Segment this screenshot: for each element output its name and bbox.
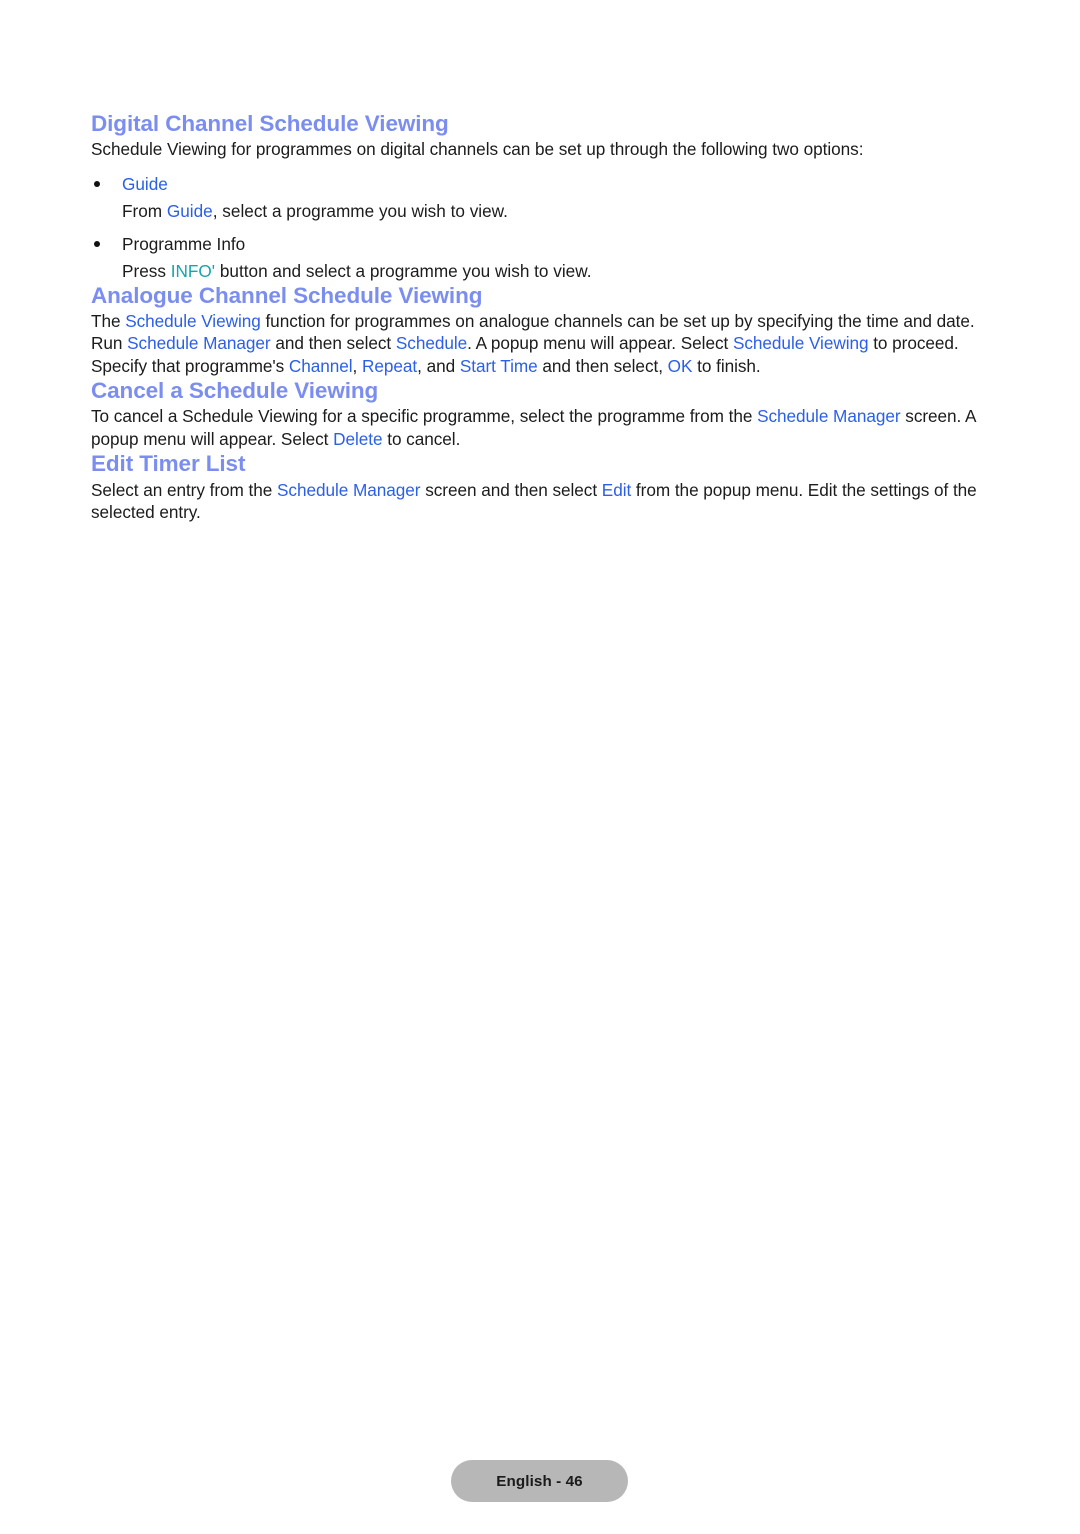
inline-link-schedule-manager-cancel[interactable]: Schedule Manager (757, 406, 901, 426)
paragraph-cancel-body: To cancel a Schedule Viewing for a speci… (91, 405, 996, 450)
text-fragment: to cancel. (382, 428, 461, 449)
paragraph-analogue-body: The Schedule Viewing function for progra… (91, 310, 996, 378)
paragraph-edit-timer-body: Select an entry from the Schedule Manage… (91, 479, 996, 524)
bullet-title-guide: Guide (122, 173, 168, 194)
list-item: Guide From Guide, select a programme you… (91, 173, 996, 222)
heading-digital-channel-schedule-viewing: Digital Channel Schedule Viewing (91, 111, 449, 136)
text-fragment: , select a programme you wish to view. (212, 200, 508, 221)
heading-edit-timer-list: Edit Timer List (91, 451, 246, 477)
digital-options-list: Guide From Guide, select a programme you… (91, 173, 996, 282)
text-fragment: to finish. (692, 355, 761, 376)
text-fragment: Press (122, 260, 171, 281)
inline-link-delete[interactable]: Delete (333, 429, 382, 449)
text-fragment: . A popup menu will appear. Select (467, 333, 733, 354)
heading-analogue-channel-schedule-viewing: Analogue Channel Schedule Viewing (91, 282, 483, 308)
inline-key-info[interactable]: INFO' (171, 261, 215, 281)
paragraph-digital-intro: Schedule Viewing for programmes on digit… (91, 139, 864, 160)
inline-link-schedule[interactable]: Schedule (396, 333, 467, 353)
page-content: Digital Channel Schedule Viewing Schedul… (91, 110, 996, 524)
inline-link-schedule-viewing-2[interactable]: Schedule Viewing (733, 333, 869, 353)
inline-link-channel[interactable]: Channel (289, 356, 353, 376)
inline-link-schedule-manager[interactable]: Schedule Manager (127, 333, 271, 353)
text-fragment: to proceed. (868, 333, 959, 354)
bullet-dot-icon (94, 180, 100, 187)
text-fragment: and then select (270, 333, 396, 354)
text-fragment: Run (91, 333, 128, 354)
footer-page-label: English - 46 (496, 1472, 583, 1490)
text-fragment: To cancel a Schedule Viewing for a speci… (91, 406, 758, 427)
list-item: Programme Info Press INFO' button and se… (91, 233, 996, 282)
text-fragment: screen and then select (420, 479, 602, 500)
inline-link-start-time[interactable]: Start Time (460, 356, 538, 376)
document-page: Digital Channel Schedule Viewing Schedul… (0, 0, 1080, 1534)
bullet-desc-guide: From Guide, select a programme you wish … (122, 200, 996, 222)
text-fragment: , and (417, 355, 460, 376)
text-fragment: Specify that programme's (91, 355, 289, 376)
text-fragment: and then select, (537, 355, 668, 376)
inline-link-schedule-viewing[interactable]: Schedule Viewing (125, 311, 261, 331)
text-fragment: From (122, 200, 167, 221)
inline-link-edit[interactable]: Edit (602, 480, 631, 500)
text-fragment: , (352, 355, 362, 376)
text-fragment: The (91, 310, 126, 331)
inline-link-repeat[interactable]: Repeat (362, 356, 417, 376)
inline-link-ok[interactable]: OK (668, 356, 693, 376)
bullet-dot-icon (94, 240, 100, 247)
bullet-title-programme-info: Programme Info (122, 233, 246, 254)
text-fragment: function for programmes on analogue chan… (260, 310, 975, 331)
inline-link-guide[interactable]: Guide (167, 201, 213, 221)
bullet-desc-programme-info: Press INFO' button and select a programm… (122, 260, 996, 282)
heading-cancel-a-schedule-viewing: Cancel a Schedule Viewing (91, 378, 379, 404)
text-fragment: Select an entry from the (91, 479, 277, 500)
text-fragment: button and select a programme you wish t… (215, 260, 592, 281)
inline-link-schedule-manager-edit[interactable]: Schedule Manager (277, 480, 421, 500)
page-footer-badge: English - 46 (451, 1460, 628, 1502)
